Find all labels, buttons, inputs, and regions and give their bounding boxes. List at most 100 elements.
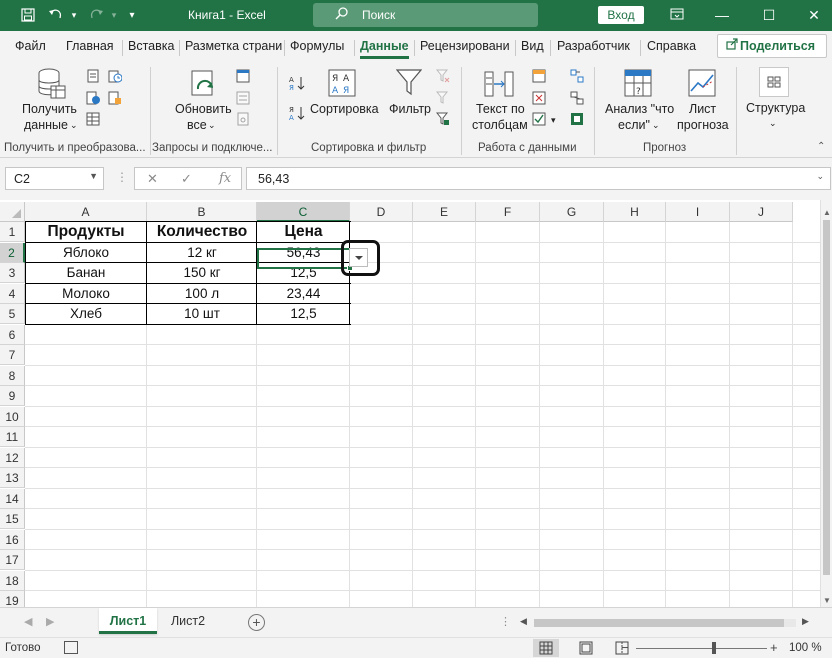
table-header-cell[interactable]: Цена <box>257 222 350 242</box>
sort-asc-icon[interactable]: АЯ <box>289 75 305 92</box>
reapply-filter-icon[interactable] <box>435 91 450 105</box>
edit-links-icon[interactable] <box>236 112 250 126</box>
customize-toolbar-icon[interactable]: ▾ <box>124 7 140 23</box>
tab-formulas[interactable]: Формулы <box>290 39 344 53</box>
data-validation-dropdown-icon[interactable]: ▾ <box>551 113 556 128</box>
formula-input[interactable]: 56,43 ⌄ <box>246 167 831 190</box>
data-model-icon[interactable] <box>570 112 584 126</box>
tab-page-layout[interactable]: Разметка страни <box>185 39 282 53</box>
table-cell[interactable]: 12,5 <box>257 304 350 324</box>
column-header-c[interactable]: C <box>257 202 350 222</box>
table-cell[interactable]: Хлеб <box>25 304 147 324</box>
zoom-slider[interactable] <box>636 648 767 649</box>
name-box-dropdown-icon[interactable]: ▼ <box>89 171 98 181</box>
table-cell[interactable]: 23,44 <box>257 284 350 304</box>
tab-insert[interactable]: Вставка <box>128 39 174 53</box>
table-cell[interactable]: 10 шт <box>147 304 257 324</box>
recent-sources-icon[interactable] <box>108 69 123 83</box>
flash-fill-icon[interactable] <box>532 69 546 83</box>
refresh-dropdown-icon[interactable]: ⌄ <box>208 118 216 133</box>
worksheet-grid[interactable]: ABCDEFGHIJ 1 2 3 4 5 6 7 8 9 10 11 12 13 14 15 16 17 18 19… <box>0 200 832 607</box>
advanced-filter-icon[interactable] <box>435 112 450 126</box>
formula-bar-grip-icon[interactable]: ⋮ <box>116 170 128 184</box>
row-header-18[interactable]: 18 <box>0 570 25 591</box>
confirm-entry-icon[interactable]: ✓ <box>181 171 192 187</box>
row-header-9[interactable]: 9 <box>0 386 25 406</box>
row-header-6[interactable]: 6 <box>0 324 25 345</box>
get-data-dropdown-icon[interactable]: ⌄ <box>70 118 78 133</box>
table-cell[interactable]: Банан <box>25 263 147 283</box>
sheet-tab-1[interactable]: Лист1 <box>99 608 157 634</box>
vertical-scrollbar[interactable]: ▲ ▼ <box>820 200 832 607</box>
sort-dialog-icon[interactable]: ЯААЯ <box>328 69 356 100</box>
filter-icon[interactable] <box>395 69 423 100</box>
text-to-columns-label-2[interactable]: столбцам <box>472 118 528 133</box>
share-button[interactable]: Поделиться <box>717 34 827 58</box>
from-text-icon[interactable] <box>86 69 100 83</box>
tab-view[interactable]: Вид <box>521 39 544 53</box>
zoom-level[interactable]: 100 % <box>789 642 822 654</box>
row-header-5[interactable]: 5 <box>0 304 25 324</box>
properties-icon[interactable] <box>236 91 250 105</box>
undo-icon[interactable] <box>48 7 64 23</box>
search-box[interactable]: Поиск <box>313 3 538 27</box>
row-header-8[interactable]: 8 <box>0 365 25 386</box>
horizontal-scroll-thumb[interactable] <box>534 619 784 627</box>
select-all-button[interactable] <box>0 202 25 222</box>
table-header-cell[interactable]: Количество <box>147 222 257 242</box>
column-header-g[interactable]: G <box>540 202 604 222</box>
from-web-icon[interactable] <box>86 91 100 105</box>
column-header-i[interactable]: I <box>666 202 730 222</box>
zoom-out-icon[interactable]: − <box>621 640 629 655</box>
text-to-columns-label[interactable]: Текст по <box>476 102 525 117</box>
ribbon-display-options-icon[interactable] <box>667 5 687 25</box>
queries-connections-icon[interactable] <box>236 69 250 83</box>
what-if-label[interactable]: Анализ "что <box>605 102 674 117</box>
outline-label[interactable]: Структура <box>746 101 805 116</box>
signin-button[interactable]: Вход <box>598 6 644 24</box>
zoom-in-icon[interactable]: + <box>770 640 778 655</box>
minimize-icon[interactable]: — <box>712 5 732 25</box>
vertical-scroll-thumb[interactable] <box>823 220 830 575</box>
row-header-12[interactable]: 12 <box>0 447 25 468</box>
scroll-down-icon[interactable]: ▼ <box>823 596 831 605</box>
column-header-b[interactable]: B <box>147 202 257 222</box>
what-if-icon[interactable]: ? <box>624 69 654 102</box>
cancel-entry-icon[interactable]: ✕ <box>147 171 158 187</box>
remove-duplicates-icon[interactable] <box>532 91 546 105</box>
table-header-cell[interactable]: Продукты <box>25 222 147 242</box>
expand-formula-icon[interactable]: ⌄ <box>816 171 824 182</box>
row-header-14[interactable]: 14 <box>0 488 25 509</box>
from-table-icon[interactable] <box>86 112 100 126</box>
table-cell[interactable]: 150 кг <box>147 263 257 283</box>
existing-connections-icon[interactable] <box>108 91 122 105</box>
row-header-19[interactable]: 19 <box>0 591 25 607</box>
normal-view-icon[interactable] <box>533 639 559 657</box>
column-header-j[interactable]: J <box>730 202 793 222</box>
column-header-e[interactable]: E <box>413 202 476 222</box>
redo-icon[interactable] <box>88 7 104 23</box>
forecast-sheet-label[interactable]: Лист <box>689 102 716 117</box>
row-header-7[interactable]: 7 <box>0 345 25 365</box>
refresh-all-label-2[interactable]: все <box>187 118 207 133</box>
tab-home[interactable]: Главная <box>66 39 114 53</box>
get-data-icon[interactable] <box>37 68 67 105</box>
sheet-tab-2[interactable]: Лист2 <box>160 608 216 634</box>
undo-dropdown-icon[interactable]: ▾ <box>66 7 82 23</box>
clear-filter-icon[interactable] <box>435 69 450 83</box>
row-header-4[interactable]: 4 <box>0 283 25 304</box>
prev-sheet-icon[interactable]: ◀ <box>24 615 32 628</box>
tab-data[interactable]: Данные <box>360 39 409 59</box>
scroll-left-icon[interactable]: ◀ <box>520 616 527 627</box>
column-header-f[interactable]: F <box>476 202 540 222</box>
forecast-sheet-icon[interactable] <box>688 69 718 102</box>
sort-label[interactable]: Сортировка <box>310 102 379 117</box>
outline-icon[interactable] <box>759 67 789 97</box>
refresh-all-icon[interactable] <box>188 69 220 104</box>
table-cell[interactable]: 12 кг <box>147 243 257 263</box>
add-sheet-icon[interactable]: + <box>248 614 265 631</box>
refresh-all-label[interactable]: Обновить <box>175 102 232 117</box>
row-header-15[interactable]: 15 <box>0 509 25 529</box>
table-cell[interactable]: 100 л <box>147 284 257 304</box>
row-header-17[interactable]: 17 <box>0 550 25 570</box>
